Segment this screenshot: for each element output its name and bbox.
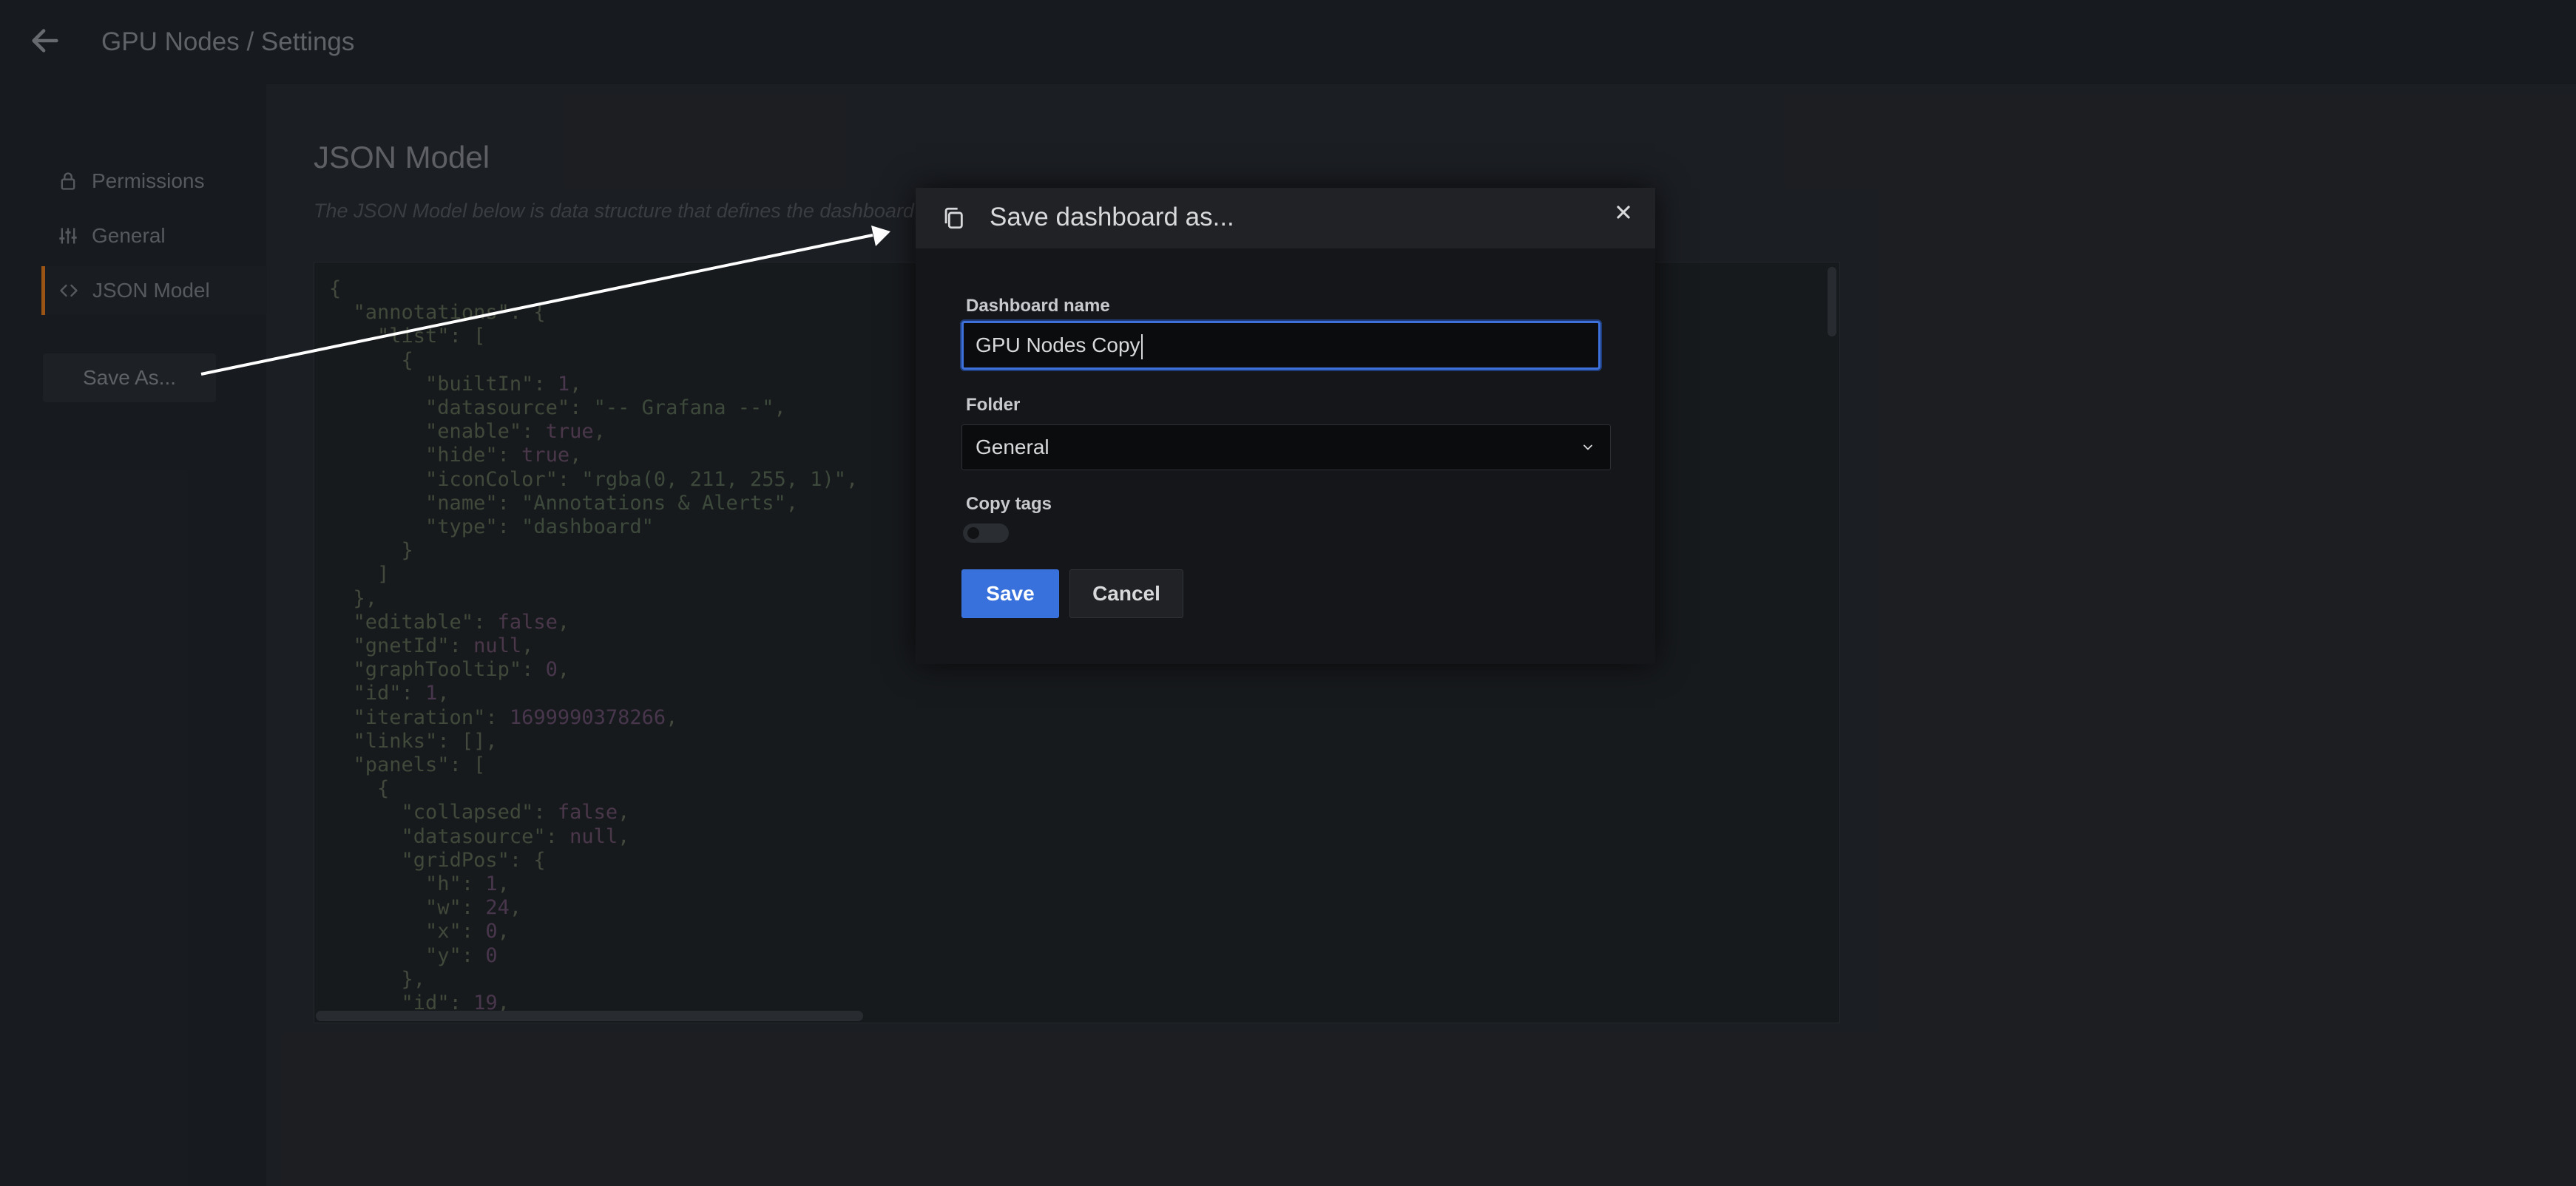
page-title: GPU Nodes / Settings [101,27,355,56]
text-caret [1140,334,1143,359]
cancel-button[interactable]: Cancel [1069,569,1183,618]
code-icon [60,284,78,297]
copy-icon [944,207,963,229]
sliders-icon [59,228,77,244]
top-bar: GPU Nodes / Settings [0,0,2576,84]
section-description: The JSON Model below is data structure t… [314,200,914,222]
folder-label: Folder [966,395,1021,415]
close-icon[interactable] [1611,200,1636,225]
dashboard-name-label: Dashboard name [966,296,1110,316]
modal-header: Save dashboard as... [916,188,1655,248]
save-as-button[interactable]: Save As... [43,353,216,402]
sidebar-item-label: JSON Model [92,279,210,302]
save-dashboard-modal: Save dashboard as... Dashboard name Fold… [916,188,1655,664]
sidebar-item-label: Permissions [92,169,205,192]
section-title: JSON Model [314,140,490,174]
horizontal-scrollbar[interactable] [316,1011,863,1021]
dashboard-name-input[interactable] [961,321,1600,370]
sidebar-item-json-model[interactable]: JSON Model [41,266,267,315]
sidebar-item-permissions[interactable]: Permissions [43,157,265,206]
toggle-knob [967,527,979,539]
copy-tags-toggle[interactable] [963,523,1009,543]
chevron-down-icon [1583,444,1592,450]
sidebar-item-label: General [92,224,166,247]
settings-sidebar: Permissions General JSON Model Save As..… [0,83,267,1186]
save-button[interactable]: Save [961,569,1059,618]
sidebar-item-general[interactable]: General [43,211,265,260]
folder-select[interactable]: General [961,424,1611,470]
folder-select-value: General [976,436,1049,458]
lock-icon [61,172,75,190]
json-code: { "annotations": { "list": [ { "builtIn"… [329,277,859,1015]
vertical-scrollbar[interactable] [1828,267,1836,336]
modal-title: Save dashboard as... [990,203,1234,231]
copy-tags-label: Copy tags [966,494,1052,514]
arrow-left-icon[interactable] [28,24,62,58]
